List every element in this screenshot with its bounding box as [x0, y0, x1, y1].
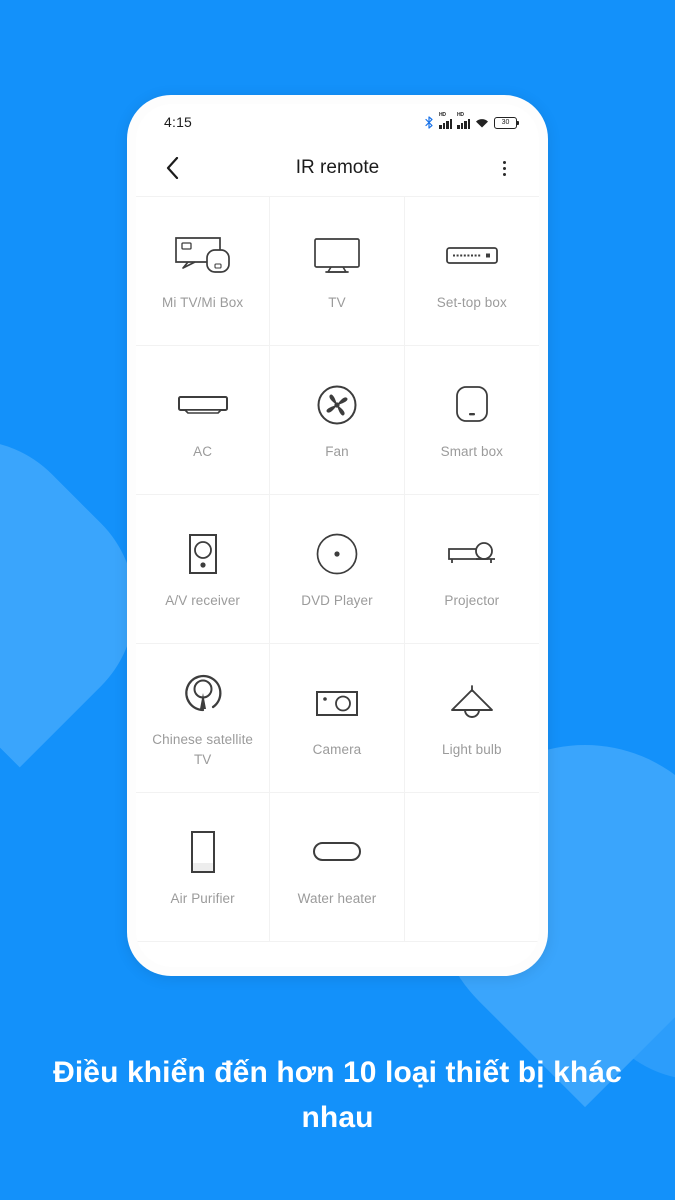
device-cell-dvd-player[interactable]: DVD Player	[270, 495, 405, 644]
device-cell-ac[interactable]: AC	[136, 346, 271, 495]
device-label: Air Purifier	[170, 891, 235, 907]
device-cell-empty	[404, 793, 539, 942]
device-label: Camera	[312, 742, 362, 758]
overflow-menu-icon	[502, 160, 506, 164]
promo-screenshot: 4:15 HD HD 30 IR remote Mi TV/Mi Box TV …	[0, 0, 675, 1200]
status-clock: 4:15	[164, 114, 193, 130]
battery-icon: 30	[494, 116, 520, 129]
device-cell-projector[interactable]: Projector	[404, 495, 539, 644]
device-label: Projector	[444, 593, 500, 609]
device-label: DVD Player	[301, 593, 373, 609]
promo-caption: Điều khiển đến hơn 10 loại thiết bị khác…	[53, 1056, 622, 1134]
device-cell-air-purifier[interactable]: Air Purifier	[136, 793, 271, 942]
set-top-box-icon	[445, 247, 498, 265]
device-grid: Mi TV/Mi Box TV Set-top box AC Fan Smart…	[136, 196, 539, 942]
device-cell-water-heater[interactable]: Water heater	[270, 793, 405, 942]
signal-hd-2-icon: HD	[457, 112, 470, 129]
overflow-menu-button[interactable]	[489, 153, 519, 183]
device-label: A/V receiver	[165, 593, 241, 609]
device-cell-mi-tv-mi-box[interactable]: Mi TV/Mi Box	[136, 197, 271, 346]
device-cell-chinese-satellite-tv[interactable]: Chinese satellite TV	[136, 644, 271, 793]
bluetooth-icon	[425, 115, 433, 129]
device-label: Chinese satellite TV	[152, 732, 254, 767]
device-label: Water heater	[297, 891, 377, 907]
device-label: AC	[193, 444, 213, 460]
status-icons: HD HD 30	[425, 112, 520, 129]
phone-mockup: 4:15 HD HD 30 IR remote Mi TV/Mi Box TV …	[127, 95, 548, 976]
status-bar: 4:15 HD HD 30	[136, 104, 539, 140]
camera-icon	[315, 691, 358, 717]
device-cell-fan[interactable]: Fan	[270, 346, 405, 495]
device-label: Fan	[325, 444, 349, 460]
light-bulb-icon	[450, 685, 493, 719]
device-label: Set-top box	[436, 295, 507, 311]
device-cell-tv[interactable]: TV	[270, 197, 405, 346]
mi-tv-box-icon	[174, 237, 230, 274]
projector-icon	[447, 542, 495, 564]
smart-box-icon	[455, 386, 488, 423]
device-cell-set-top-box[interactable]: Set-top box	[404, 197, 539, 346]
dvd-player-icon	[316, 533, 358, 575]
fan-icon	[317, 385, 357, 425]
device-label: Light bulb	[442, 742, 502, 758]
wifi-icon	[476, 118, 488, 127]
water-heater-icon	[312, 842, 361, 862]
signal-hd-1-icon: HD	[439, 112, 452, 129]
av-receiver-icon	[188, 534, 217, 575]
air-conditioner-icon	[177, 396, 228, 415]
back-button[interactable]	[156, 152, 188, 184]
app-bar: IR remote	[136, 140, 539, 196]
device-cell-camera[interactable]: Camera	[270, 644, 405, 793]
device-cell-av-receiver[interactable]: A/V receiver	[136, 495, 271, 644]
device-label: Mi TV/Mi Box	[162, 295, 244, 311]
satellite-dish-icon	[184, 675, 222, 712]
page-title: IR remote	[295, 157, 380, 178]
chevron-left-icon	[166, 157, 178, 179]
phone-screen: 4:15 HD HD 30 IR remote Mi TV/Mi Box TV …	[136, 104, 539, 967]
tv-icon	[314, 238, 360, 274]
device-label: Smart box	[440, 444, 504, 460]
air-purifier-icon	[190, 831, 215, 874]
device-cell-light-bulb[interactable]: Light bulb	[404, 644, 539, 793]
device-cell-smart-box[interactable]: Smart box	[404, 346, 539, 495]
device-label: TV	[328, 295, 346, 311]
battery-level: 30	[501, 119, 510, 126]
